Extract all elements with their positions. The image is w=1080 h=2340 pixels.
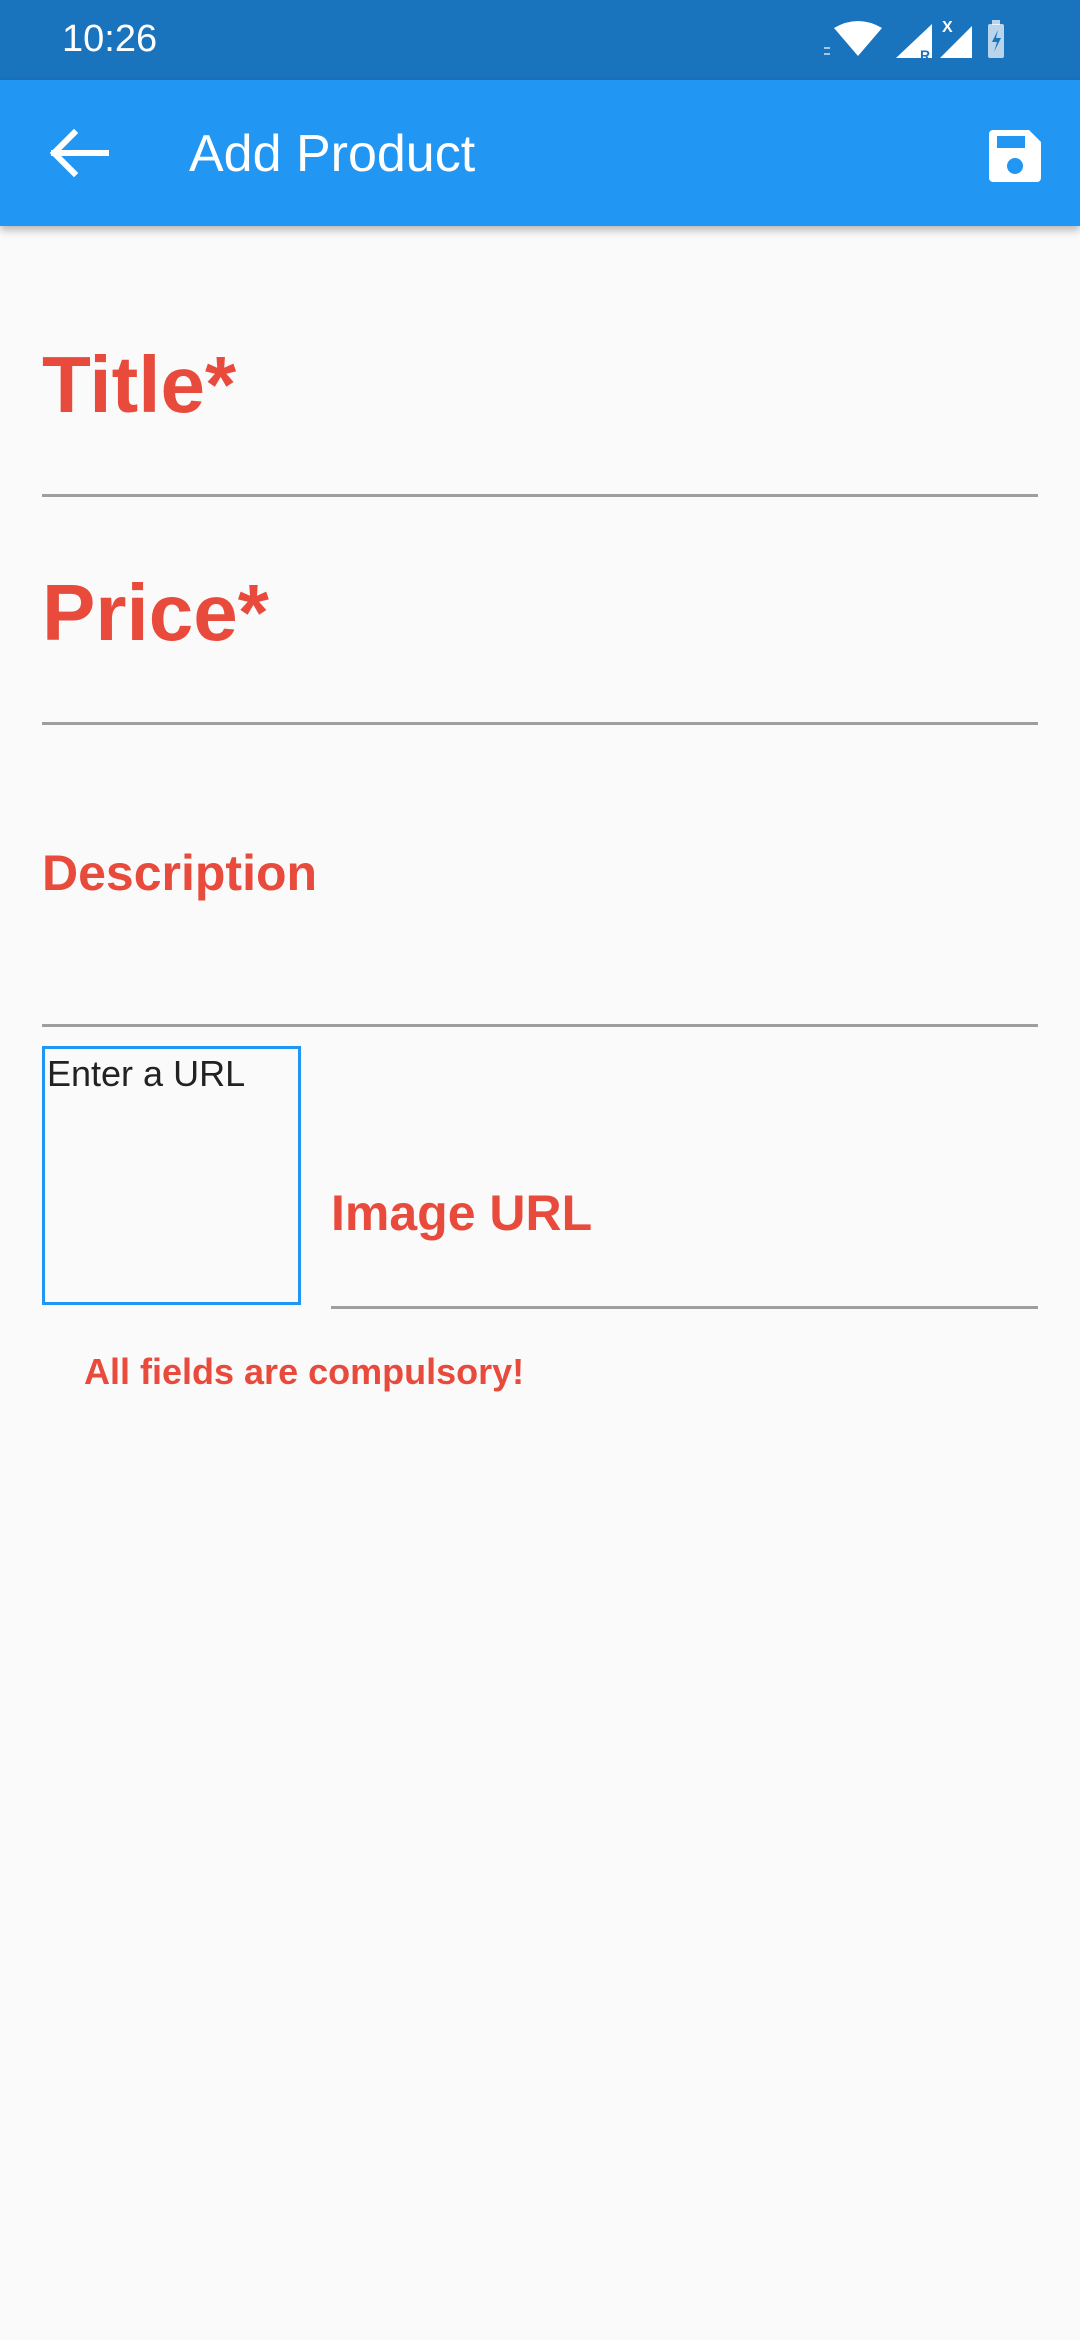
status-icons: R X [824,19,1004,62]
description-label: Description [42,845,318,901]
description-field[interactable]: Description [42,760,1038,1027]
back-button[interactable] [40,113,120,193]
page-title: Add Product [189,125,476,183]
price-field[interactable]: Price* [42,528,1038,725]
svg-text:R: R [920,47,930,62]
save-button[interactable] [975,116,1055,196]
image-url-field[interactable]: Image URL [331,1046,1038,1309]
svg-text:X: X [942,19,953,36]
title-label: Title* [42,340,237,429]
arrow-back-icon [49,128,109,178]
title-field[interactable]: Title* [42,300,1038,497]
wifi-icon [824,21,882,56]
image-preview-text: Enter a URL [47,1053,246,1094]
signal-roaming-icon: R [896,24,932,62]
signal-icon: X [940,19,972,58]
battery-charging-icon [988,20,1004,58]
price-label: Price* [42,568,269,657]
app-bar: Add Product [0,80,1080,226]
image-url-label: Image URL [331,1185,593,1241]
status-time: 10:26 [62,18,158,60]
status-bar: 10:26 R X [0,0,1080,80]
error-message: All fields are compulsory! [84,1351,525,1392]
image-preview: Enter a URL [42,1046,301,1305]
save-icon [989,130,1041,182]
